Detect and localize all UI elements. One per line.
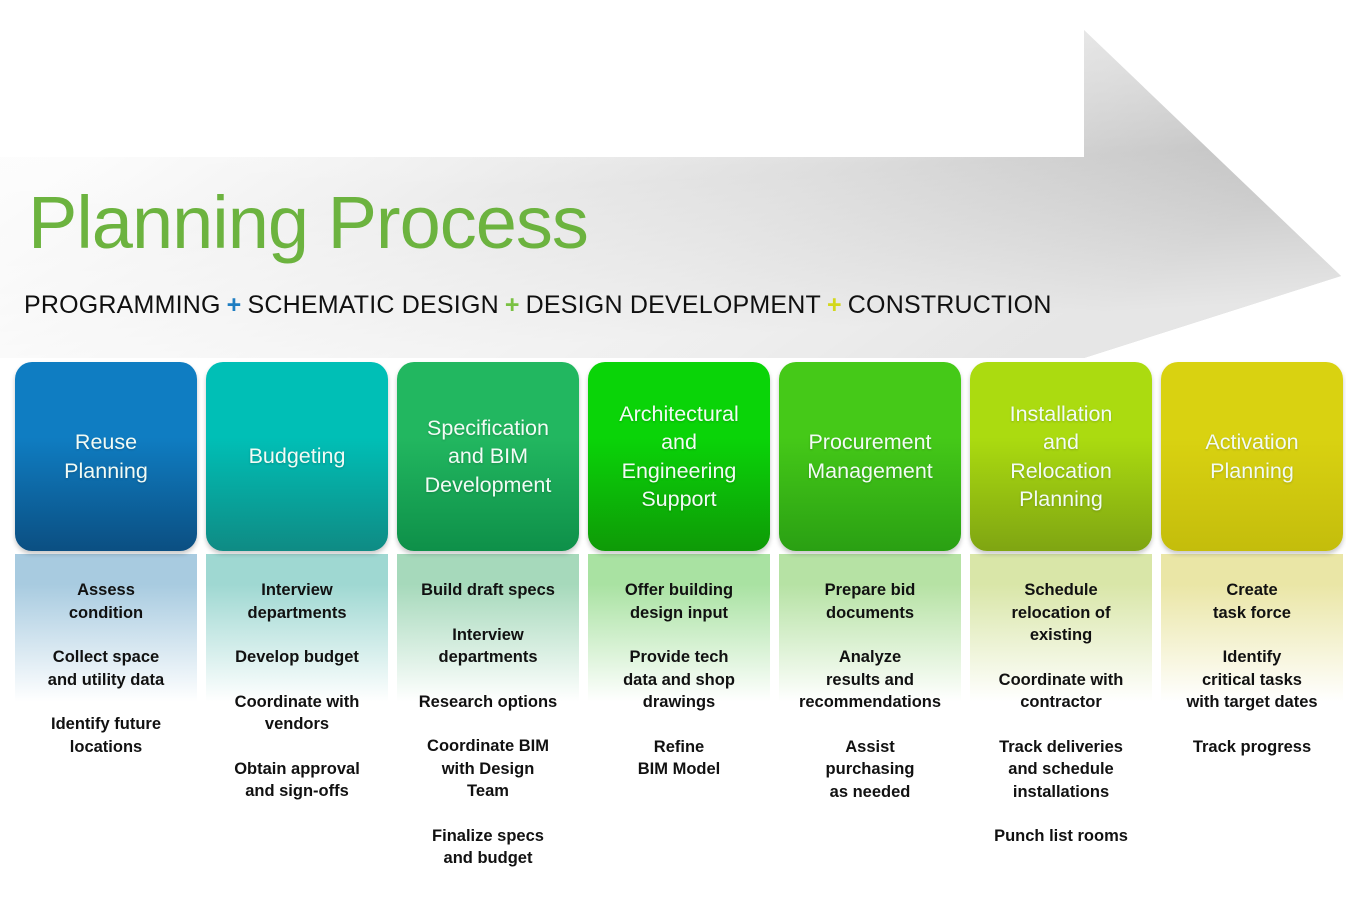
phase-separator-0: +: [226, 291, 242, 319]
phase-breadcrumb: PROGRAMMING + SCHEMATIC DESIGN + DESIGN DEVE…: [24, 288, 1052, 322]
phase-card-6[interactable]: Activation Planning: [1161, 362, 1343, 551]
task-item: Analyze results and recommendations: [798, 648, 942, 711]
task-item: Research options: [418, 692, 558, 711]
phase-label-1: SCHEMATIC DESIGN: [247, 291, 499, 319]
phase-card-0[interactable]: Reuse Planning: [15, 362, 197, 551]
phase-task-list-4: Prepare bid documents Analyze results and re…: [779, 557, 961, 825]
process-columns: Reuse Planning Assess condition Collect spac…: [15, 362, 1343, 907]
phase-task-list-5: Schedule relocation of existing Coordinate …: [970, 557, 1152, 870]
phase-card-2[interactable]: Specification and BIM Development: [397, 362, 579, 551]
task-item: Create task force: [1213, 581, 1291, 622]
phase-label-0: PROGRAMMING: [24, 291, 221, 319]
task-item: Interview departments: [247, 581, 347, 622]
task-item: Identify future locations: [51, 715, 161, 756]
phase-card-5[interactable]: Installation and Relocation Planning: [970, 362, 1152, 551]
task-item: Prepare bid documents: [824, 581, 916, 622]
phase-task-list-3: Offer building design input Provide tech da…: [588, 557, 770, 803]
task-item: Interview departments: [438, 625, 538, 667]
task-item: Coordinate with vendors: [234, 692, 360, 734]
task-item: Develop budget: [235, 648, 359, 666]
phase-label-2: DESIGN DEVELOPMENT: [525, 291, 821, 319]
phase-card-title-5: Installation and Relocation Planning: [1009, 401, 1113, 512]
task-item: Coordinate BIM with Design Team: [427, 737, 549, 800]
phase-separator-1: +: [504, 291, 520, 319]
phase-card-3[interactable]: Architectural and Engineering Support: [588, 362, 770, 551]
process-column-3: Architectural and Engineering Support Offer …: [588, 362, 770, 907]
task-item: Collect space and utility data: [47, 648, 165, 689]
task-item: Assess condition: [68, 581, 144, 622]
phase-card-title-6: Activation Planning: [1205, 430, 1299, 483]
phase-card-4[interactable]: Procurement Management: [779, 362, 961, 551]
task-item: Obtain approval and sign-offs: [234, 759, 360, 801]
task-item: Track deliveries and schedule installation…: [999, 737, 1123, 801]
phase-label-3: CONSTRUCTION: [847, 291, 1052, 319]
task-item: Punch list rooms: [994, 827, 1128, 845]
phase-card-1[interactable]: Budgeting: [206, 362, 388, 551]
process-column-0: Reuse Planning Assess condition Collect spac…: [15, 362, 197, 907]
task-item: Finalize specs and budget: [432, 826, 544, 868]
task-item: Refine BIM Model: [637, 737, 721, 779]
page-title: Planning Process: [28, 181, 589, 264]
process-column-6: Activation Planning Create task force Identi…: [1161, 362, 1343, 907]
phase-task-list-0: Assess condition Collect space and utility …: [15, 557, 197, 780]
process-column-5: Installation and Relocation Planning Schedul…: [970, 362, 1152, 907]
task-item: Track progress: [1192, 737, 1312, 756]
task-item: Schedule relocation of existing: [1011, 581, 1111, 644]
phase-card-title-3: Architectural and Engineering Support: [619, 401, 739, 512]
task-item: Offer building design input: [624, 581, 734, 622]
phase-card-title-2: Specification and BIM Development: [424, 415, 552, 497]
process-column-4: Procurement Management Prepare bid document…: [779, 362, 961, 907]
phase-task-list-1: Interview departments Develop budget Coordi…: [206, 557, 388, 825]
task-item: Coordinate with contractor: [998, 670, 1124, 712]
phase-task-list-6: Create task force Identify critical tasks wi…: [1161, 557, 1343, 780]
process-column-1: Budgeting Interview departments Develop bud…: [206, 362, 388, 907]
phase-card-title-0: Reuse Planning: [64, 430, 148, 483]
task-item: Build draft specs: [421, 581, 555, 599]
phase-task-list-2: Build draft specs Interview departments Res…: [397, 557, 579, 892]
task-item: Identify critical tasks with target dates: [1186, 648, 1318, 711]
phase-card-title-1: Budgeting: [248, 444, 346, 469]
task-item: Assist purchasing as needed: [825, 737, 915, 801]
task-item: Provide tech data and shop drawings: [623, 648, 735, 711]
phase-separator-2: +: [826, 291, 842, 319]
process-column-2: Specification and BIM Development Build dra…: [397, 362, 579, 907]
phase-card-title-4: Procurement Management: [807, 430, 933, 483]
